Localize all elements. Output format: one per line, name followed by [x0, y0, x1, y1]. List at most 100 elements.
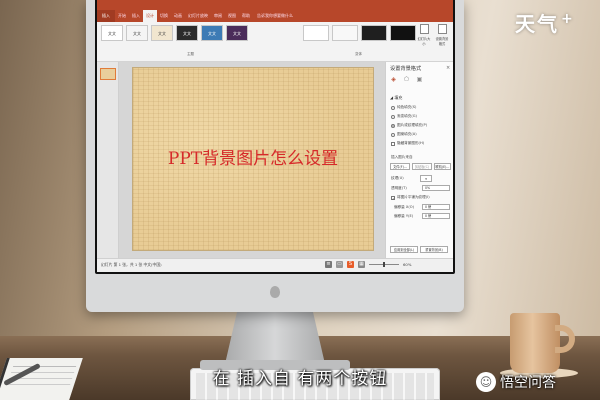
- offset-x-row: 偏移量 X(O): [394, 205, 414, 210]
- hide-graphics-label: 隐藏背景图形(H): [397, 141, 425, 145]
- checkbox[interactable]: [391, 141, 395, 146]
- transparency-input[interactable]: 0%: [422, 185, 450, 191]
- tab-transitions[interactable]: 切换: [157, 10, 171, 22]
- source-logo-icon: ☺: [476, 372, 496, 392]
- texture-label: 纹理(U): [391, 176, 404, 180]
- fill-option-label: 渐变填充(G): [397, 114, 417, 118]
- apply-to-all-button[interactable]: 应用到全部(L): [390, 246, 418, 253]
- slide-thumbnail-1[interactable]: [100, 68, 116, 80]
- variant-thumb[interactable]: [390, 25, 416, 41]
- texture-row: 纹理(U): [391, 176, 404, 181]
- reset-background-button[interactable]: 重置背景(B): [420, 246, 448, 253]
- ime-icon[interactable]: S: [347, 261, 354, 268]
- source-badge-text: 悟空问答: [500, 375, 556, 391]
- offset-y-label: 偏移量 Y(E): [394, 214, 414, 218]
- notes-icon[interactable]: ≡: [325, 261, 332, 268]
- format-background-label: 设置背景格式: [435, 37, 449, 46]
- tile-label: 将图片平铺为纹理(I): [397, 195, 430, 199]
- radio[interactable]: [391, 114, 395, 119]
- picture-icon[interactable]: ▣: [416, 76, 423, 83]
- radio[interactable]: [391, 132, 395, 137]
- theme-gallery: 文文 文文 文文 文文 文文 文文: [101, 25, 248, 41]
- slide-size-label: 幻灯片大小: [417, 37, 431, 46]
- theme-thumb[interactable]: 文文: [151, 25, 173, 41]
- radio-selected[interactable]: [391, 123, 395, 128]
- slide-canvas-area: PPT背景图片怎么设置: [119, 62, 385, 258]
- status-text: 幻灯片 第 1 张，共 1 张 中文(中国): [101, 262, 162, 267]
- status-bar: 幻灯片 第 1 张，共 1 张 中文(中国) ≡ ▭ S ▦ 60%: [97, 258, 453, 272]
- zoom-level[interactable]: 60%: [403, 262, 411, 267]
- variant-thumb[interactable]: [332, 25, 358, 41]
- theme-thumb[interactable]: 文文: [226, 25, 248, 41]
- apple-logo-icon: [270, 286, 280, 298]
- slide-size-button[interactable]: 幻灯片大小: [417, 24, 431, 46]
- tab-home[interactable]: 开始: [115, 10, 129, 22]
- hide-graphics-option[interactable]: 隐藏背景图形(H): [391, 141, 424, 146]
- format-background-button[interactable]: 设置背景格式: [435, 24, 449, 46]
- variant-thumb[interactable]: [303, 25, 329, 41]
- fill-option-picture[interactable]: 图片或纹理填充(P): [391, 123, 427, 128]
- variant-thumb[interactable]: [361, 25, 387, 41]
- pane-title: 设置背景格式: [390, 66, 422, 72]
- fill-option-solid[interactable]: 纯色填充(S): [391, 105, 416, 110]
- watermark-logo: 天气 +: [515, 8, 597, 38]
- transparency-row: 透明度(T): [391, 186, 407, 191]
- offset-x-label: 偏移量 X(O): [394, 205, 415, 209]
- clipboard-button[interactable]: 剪贴板(C): [412, 163, 432, 170]
- tab-design[interactable]: 设计: [143, 10, 157, 22]
- normal-view-icon[interactable]: ▦: [358, 261, 365, 268]
- checkbox-checked[interactable]: ✓: [391, 195, 395, 201]
- monitor-stand: [225, 312, 325, 364]
- monitor: 插入 开始 插入 设计 切换 动画 幻灯片放映 审阅 视图 帮助 告诉我你想要做…: [86, 0, 464, 312]
- tile-option[interactable]: ✓ 将图片平铺为纹理(I): [391, 195, 430, 201]
- group-variant-label: 变体: [355, 52, 362, 56]
- status-right: ≡ ▭ S ▦ 60%: [325, 261, 411, 268]
- fill-option-label: 图片或纹理填充(P): [397, 123, 428, 127]
- fill-icon[interactable]: ◈: [390, 76, 397, 83]
- variant-gallery: [303, 25, 416, 41]
- ribbon: 文文 文文 文文 文文 文文 文文 主题 变体 幻灯片大小 设置背景格式: [97, 22, 453, 62]
- texture-dropdown[interactable]: ▾: [420, 175, 432, 182]
- theme-thumb[interactable]: 文文: [126, 25, 148, 41]
- radio[interactable]: [391, 105, 395, 110]
- tab-animations[interactable]: 动画: [171, 10, 185, 22]
- watermark-text: 天气: [515, 12, 559, 36]
- transparency-label: 透明度(T): [391, 186, 407, 190]
- comments-icon[interactable]: ▭: [336, 261, 343, 268]
- offset-y-input[interactable]: 0 磅: [422, 213, 450, 219]
- offset-x-input[interactable]: 0 磅: [422, 204, 450, 210]
- insert-from-label: 插入图片来自: [391, 155, 413, 160]
- tab-view[interactable]: 视图: [225, 10, 239, 22]
- file-tab[interactable]: 插入: [97, 10, 115, 22]
- close-icon[interactable]: ×: [446, 65, 450, 71]
- menu-tabs: 插入 开始 插入 设计 切换 动画 幻灯片放映 审阅 视图 帮助 告诉我你想要做…: [97, 10, 453, 22]
- slide-title[interactable]: PPT背景图片怎么设置: [133, 144, 373, 169]
- format-background-pane: 设置背景格式 × ◈ ⬠ ▣ ◢ 填充 纯色填充(S) 渐变填充(G) 图片或纹…: [385, 62, 453, 258]
- theme-thumb[interactable]: 文文: [201, 25, 223, 41]
- tab-help[interactable]: 帮助: [239, 10, 253, 22]
- insert-from-text: 插入图片来自: [391, 155, 413, 159]
- slide[interactable]: PPT背景图片怎么设置: [133, 68, 373, 250]
- tab-slideshow[interactable]: 幻灯片放映: [185, 10, 211, 22]
- file-button[interactable]: 文件(F)...: [390, 163, 410, 170]
- effects-icon[interactable]: ⬠: [403, 76, 410, 83]
- slide-size-icon: [419, 24, 429, 34]
- fill-option-label: 纯色填充(S): [397, 105, 417, 109]
- fill-option-pattern[interactable]: 图案填充(A): [391, 132, 417, 137]
- source-badge: ☺ 悟空问答: [476, 372, 556, 392]
- fill-option-gradient[interactable]: 渐变填充(G): [391, 114, 417, 119]
- fill-option-label: 图案填充(A): [397, 132, 417, 136]
- tab-insert[interactable]: 插入: [129, 10, 143, 22]
- powerpoint-window: 插入 开始 插入 设计 切换 动画 幻灯片放映 审阅 视图 帮助 告诉我你想要做…: [97, 0, 453, 272]
- theme-thumb[interactable]: 文文: [101, 25, 123, 41]
- tell-me-search[interactable]: 告诉我你想要做什么: [257, 13, 293, 19]
- fill-section-header[interactable]: ◢ 填充: [390, 95, 402, 101]
- slide-thumbnails-pane: [97, 62, 119, 258]
- tab-review[interactable]: 审阅: [211, 10, 225, 22]
- online-button[interactable]: 联机(E)...: [434, 163, 451, 170]
- offset-y-row: 偏移量 Y(E): [394, 214, 413, 219]
- zoom-slider[interactable]: [369, 262, 399, 267]
- theme-thumb[interactable]: 文文: [176, 25, 198, 41]
- watermark-plus: +: [561, 11, 575, 28]
- monitor-bezel: 插入 开始 插入 设计 切换 动画 幻灯片放映 审阅 视图 帮助 告诉我你想要做…: [95, 0, 455, 274]
